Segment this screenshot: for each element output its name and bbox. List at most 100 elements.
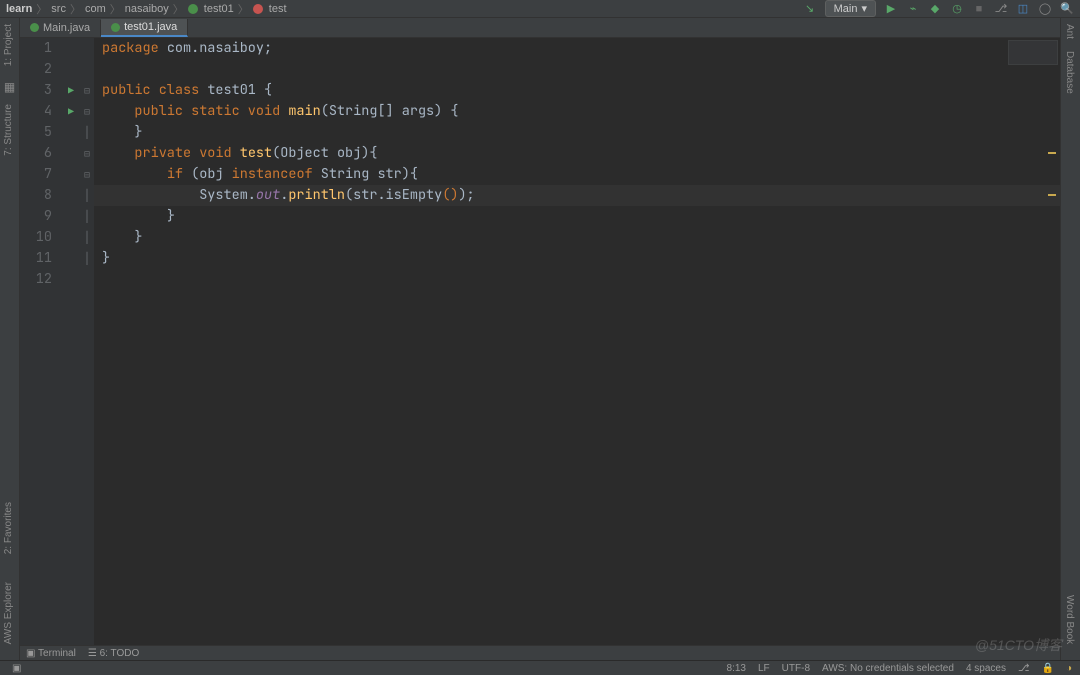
tool-structure[interactable]: 7: Structure [0,98,17,162]
run-config-label: Main [834,3,858,15]
fold-gutter[interactable]: ⊟⊟│⊟⊟││││ [80,38,94,645]
java-class-icon [30,23,39,32]
line-number[interactable]: 11 [20,248,52,269]
crumb-project[interactable]: learn [6,3,32,15]
tool-word-book[interactable]: Word Book [1061,589,1078,650]
indent-setting[interactable]: 4 spaces [966,663,1006,674]
fold-marker[interactable]: ⊟ [80,101,94,122]
file-encoding[interactable]: UTF-8 [782,663,810,674]
status-left-icon[interactable]: ▣ [8,663,21,674]
status-bar: ▣ 8:13 LF UTF-8 AWS: No credentials sele… [0,660,1080,675]
code-line[interactable] [94,59,1060,80]
crumb-src[interactable]: src [51,3,66,15]
stop-button[interactable]: ■ [972,2,986,16]
code-line[interactable]: } [94,206,1060,227]
tab-test01-java[interactable]: test01.java [101,19,188,37]
tool-terminal[interactable]: ▣ Terminal [26,648,76,659]
fold-marker[interactable]: ⊟ [80,80,94,101]
code-line[interactable]: public static void main(String[] args) { [94,101,1060,122]
debug-button[interactable]: ⌁ [906,2,920,16]
run-configuration-dropdown[interactable]: Main ▾ [825,0,876,17]
coverage-button[interactable]: ◆ [928,2,942,16]
breadcrumb-sep-icon: 〉 [173,1,184,17]
warning-marker[interactable] [1048,152,1056,154]
fold-marker: │ [80,206,94,227]
folder-icon[interactable]: ▦ [0,76,19,98]
hammer-icon[interactable]: ↘ [803,2,817,16]
line-number-gutter[interactable]: 123456789101112 [20,38,62,645]
fold-marker: │ [80,185,94,206]
run-gutter[interactable]: ▶▶ [62,38,80,645]
navigation-bar: learn 〉 src 〉 com 〉 nasaiboy 〉 test01 〉 … [0,0,1080,18]
tool-database[interactable]: Database [1061,45,1078,100]
run-line-icon[interactable]: ▶ [68,105,74,118]
line-ending[interactable]: LF [758,663,770,674]
tab-label: Main.java [43,22,90,34]
crumb-com[interactable]: com [85,3,106,15]
fold-marker[interactable]: ⊟ [80,143,94,164]
run-gutter-cell[interactable]: ▶ [62,80,80,101]
code-line[interactable]: System.out.println(str.isEmpty()); [94,185,1060,206]
run-gutter-cell [62,38,80,59]
code-editor[interactable]: 123456789101112 ▶▶ ⊟⊟│⊟⊟││││ package com… [20,38,1060,645]
line-number[interactable]: 3 [20,80,52,101]
run-gutter-cell [62,227,80,248]
line-number[interactable]: 4 [20,101,52,122]
code-line[interactable]: } [94,248,1060,269]
line-number[interactable]: 8 [20,185,52,206]
chevron-down-icon: ▾ [861,2,867,15]
tab-main-java[interactable]: Main.java [20,20,101,36]
code-line[interactable]: private void test(Object obj){ [94,143,1060,164]
fold-marker[interactable]: ⊟ [80,164,94,185]
run-gutter-cell [62,59,80,80]
avatar-icon[interactable]: ◯ [1038,2,1052,16]
bottom-tool-bar: ▣ Terminal ☰ 6: TODO [20,645,1060,660]
fold-marker [80,38,94,59]
profile-button[interactable]: ◷ [950,2,964,16]
inspection-icon[interactable]: ◑ [1066,663,1072,674]
tab-label: test01.java [124,21,177,33]
search-icon[interactable]: 🔍 [1060,2,1074,16]
git-button[interactable]: ⎇ [994,2,1008,16]
line-number[interactable]: 2 [20,59,52,80]
code-line[interactable]: if (obj instanceof String str){ [94,164,1060,185]
update-button[interactable]: ◫ [1016,2,1030,16]
crumb-package[interactable]: nasaiboy [125,3,169,15]
cursor-position[interactable]: 8:13 [727,663,746,674]
line-number[interactable]: 7 [20,164,52,185]
method-icon [253,4,263,14]
tool-aws-explorer[interactable]: AWS Explorer [0,576,17,650]
line-number[interactable]: 5 [20,122,52,143]
crumb-method[interactable]: test [269,3,287,15]
line-number[interactable]: 6 [20,143,52,164]
breadcrumb-sep-icon: 〉 [70,1,81,17]
tool-ant[interactable]: Ant [1061,18,1078,45]
crumb-class[interactable]: test01 [204,3,234,15]
run-gutter-cell[interactable]: ▶ [62,101,80,122]
code-content[interactable]: package com.nasaiboy; public class test01… [94,38,1060,645]
code-minimap[interactable] [1008,40,1058,65]
code-line[interactable]: } [94,122,1060,143]
tool-favorites[interactable]: 2: Favorites [0,496,17,560]
run-line-icon[interactable]: ▶ [68,84,74,97]
watermark: @51CTO博客 [975,635,1062,655]
toolbar-right: ↘ Main ▾ ▶ ⌁ ◆ ◷ ■ ⎇ ◫ ◯ 🔍 [803,0,1074,17]
warning-marker[interactable] [1048,194,1056,196]
run-button[interactable]: ▶ [884,2,898,16]
code-line[interactable]: public class test01 { [94,80,1060,101]
line-number[interactable]: 12 [20,269,52,290]
breadcrumb[interactable]: learn 〉 src 〉 com 〉 nasaiboy 〉 test01 〉 … [6,1,803,17]
line-number[interactable]: 1 [20,38,52,59]
aws-status[interactable]: AWS: No credentials selected [822,663,954,674]
fold-marker [80,269,94,290]
run-gutter-cell [62,206,80,227]
code-line[interactable] [94,269,1060,290]
git-branch-icon[interactable]: ⎇ [1018,663,1030,674]
lock-icon[interactable]: 🔒 [1042,663,1054,674]
line-number[interactable]: 10 [20,227,52,248]
tool-project[interactable]: 1: Project [0,18,17,72]
code-line[interactable]: package com.nasaiboy; [94,38,1060,59]
code-line[interactable]: } [94,227,1060,248]
line-number[interactable]: 9 [20,206,52,227]
tool-todo[interactable]: ☰ 6: TODO [88,648,139,659]
